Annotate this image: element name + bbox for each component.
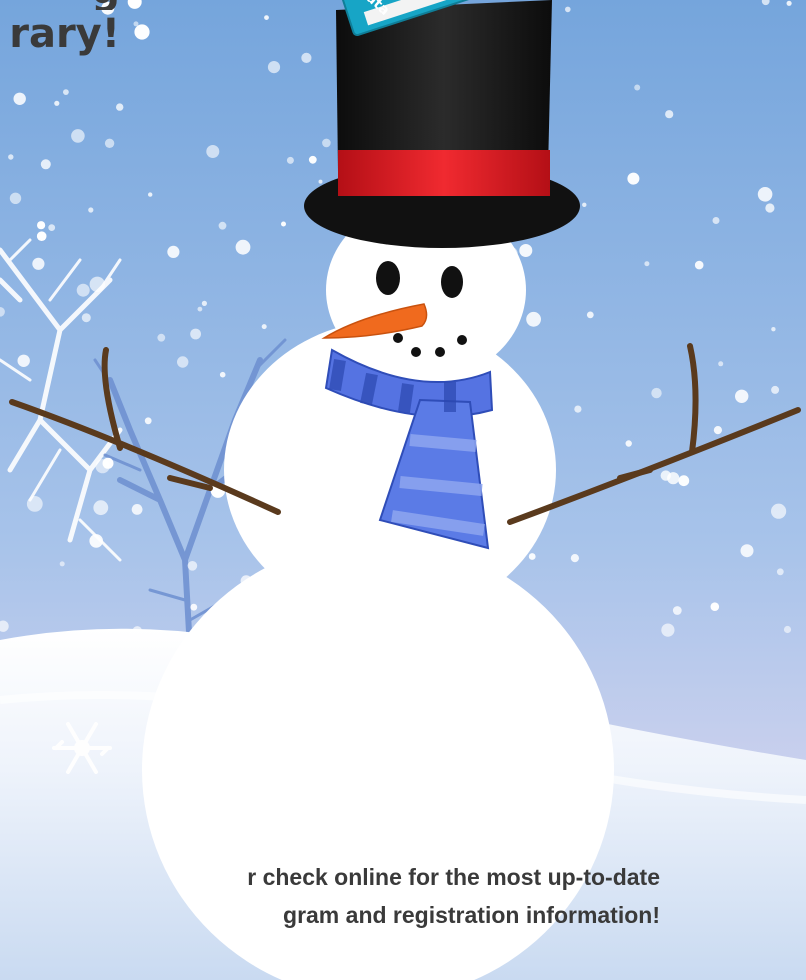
snow-dot	[76, 283, 90, 297]
snow-dot	[8, 154, 14, 160]
snow-dot	[712, 217, 720, 224]
snow-dot	[219, 371, 226, 378]
snow-dot	[765, 203, 775, 213]
snow-dot	[201, 300, 207, 306]
headline-line-2: rary!	[9, 11, 120, 57]
snow-dot	[235, 239, 251, 255]
snow-dot	[206, 145, 220, 158]
snow-dot	[131, 504, 143, 515]
snow-dot	[116, 103, 124, 111]
snow-dot	[81, 313, 91, 323]
snow-dot	[586, 311, 594, 319]
snow-dot	[261, 324, 267, 330]
snow-dot	[36, 231, 47, 241]
snow-dot	[771, 385, 780, 394]
snow-dot	[102, 457, 114, 469]
snow-dot	[197, 306, 203, 312]
winter-scene: ata g rary! r check online for the most …	[0, 0, 806, 980]
eye-right	[441, 266, 463, 298]
snow-dot	[625, 440, 632, 447]
snow-dot	[570, 554, 580, 563]
snow-dot	[308, 155, 317, 164]
snow-dot	[771, 503, 787, 519]
snow-dot	[519, 244, 533, 257]
snow-dot	[678, 475, 690, 487]
snow-dot	[32, 257, 45, 270]
headline: g rary!	[0, 0, 120, 56]
snow-dot	[71, 129, 85, 143]
snow-dot	[318, 179, 323, 184]
snow-dot	[144, 417, 152, 425]
footer-line-2: gram and registration information!	[283, 902, 660, 928]
winter-illustration: ata	[0, 0, 806, 980]
snow-dot	[627, 172, 640, 185]
snow-dot	[718, 361, 724, 367]
snow-dot	[133, 21, 139, 27]
snow-dot	[301, 52, 312, 64]
snow-dot	[582, 202, 587, 207]
snow-dot	[322, 138, 331, 148]
snow-dot	[757, 187, 773, 202]
snow-dot	[281, 221, 286, 227]
snow-dot	[713, 426, 723, 435]
snow-dot	[13, 92, 26, 106]
snow-dot	[48, 224, 56, 232]
snow-dot	[134, 24, 150, 40]
eye-left	[376, 261, 400, 295]
snow-dot	[644, 261, 650, 267]
snow-dot	[89, 534, 103, 548]
snow-dot	[177, 356, 189, 368]
snow-dot	[574, 405, 582, 413]
snow-dot	[672, 606, 682, 615]
snow-dot	[190, 328, 202, 340]
snow-dot	[17, 354, 30, 367]
footer-line-1: r check online for the most up-to-date	[247, 864, 660, 890]
snow-dot	[776, 568, 784, 576]
snow-dot	[735, 389, 749, 403]
snow-dot	[565, 6, 571, 13]
snow-dot	[264, 15, 269, 20]
snow-dot	[786, 0, 792, 6]
snow-dot	[771, 327, 776, 332]
snow-dot	[190, 603, 198, 611]
headline-line-1: g	[91, 0, 120, 10]
snow-dot	[218, 221, 227, 230]
top-hat-icon	[304, 0, 580, 248]
footer-info: r check online for the most up-to-date g…	[0, 858, 660, 934]
snow-dot	[651, 387, 662, 399]
snow-dot	[37, 221, 46, 230]
snow-dot	[694, 260, 704, 270]
snow-dot	[528, 553, 536, 560]
snow-dot	[783, 625, 792, 634]
snow-dot	[104, 138, 115, 148]
snow-dot	[63, 89, 69, 95]
snow-dot	[661, 623, 675, 637]
snow-dot	[93, 500, 109, 516]
snow-dot	[89, 276, 106, 292]
snow-dot	[88, 207, 94, 213]
snow-dot	[9, 192, 22, 204]
snow-dot	[59, 561, 65, 567]
snow-dot	[26, 496, 43, 512]
snow-dot	[286, 156, 294, 164]
snow-dot	[267, 61, 281, 74]
snow-dot	[634, 84, 641, 91]
snow-dot	[526, 311, 541, 327]
snow-dot	[54, 100, 60, 106]
snow-dot	[157, 333, 166, 342]
snow-dot	[148, 192, 153, 197]
snow-dot	[187, 561, 198, 571]
snow-dot	[167, 245, 180, 258]
snow-dot	[710, 602, 720, 611]
snow-dot	[665, 110, 674, 119]
snow-dot	[40, 159, 51, 170]
snow-dot	[740, 544, 754, 558]
snow-dot	[667, 472, 680, 485]
